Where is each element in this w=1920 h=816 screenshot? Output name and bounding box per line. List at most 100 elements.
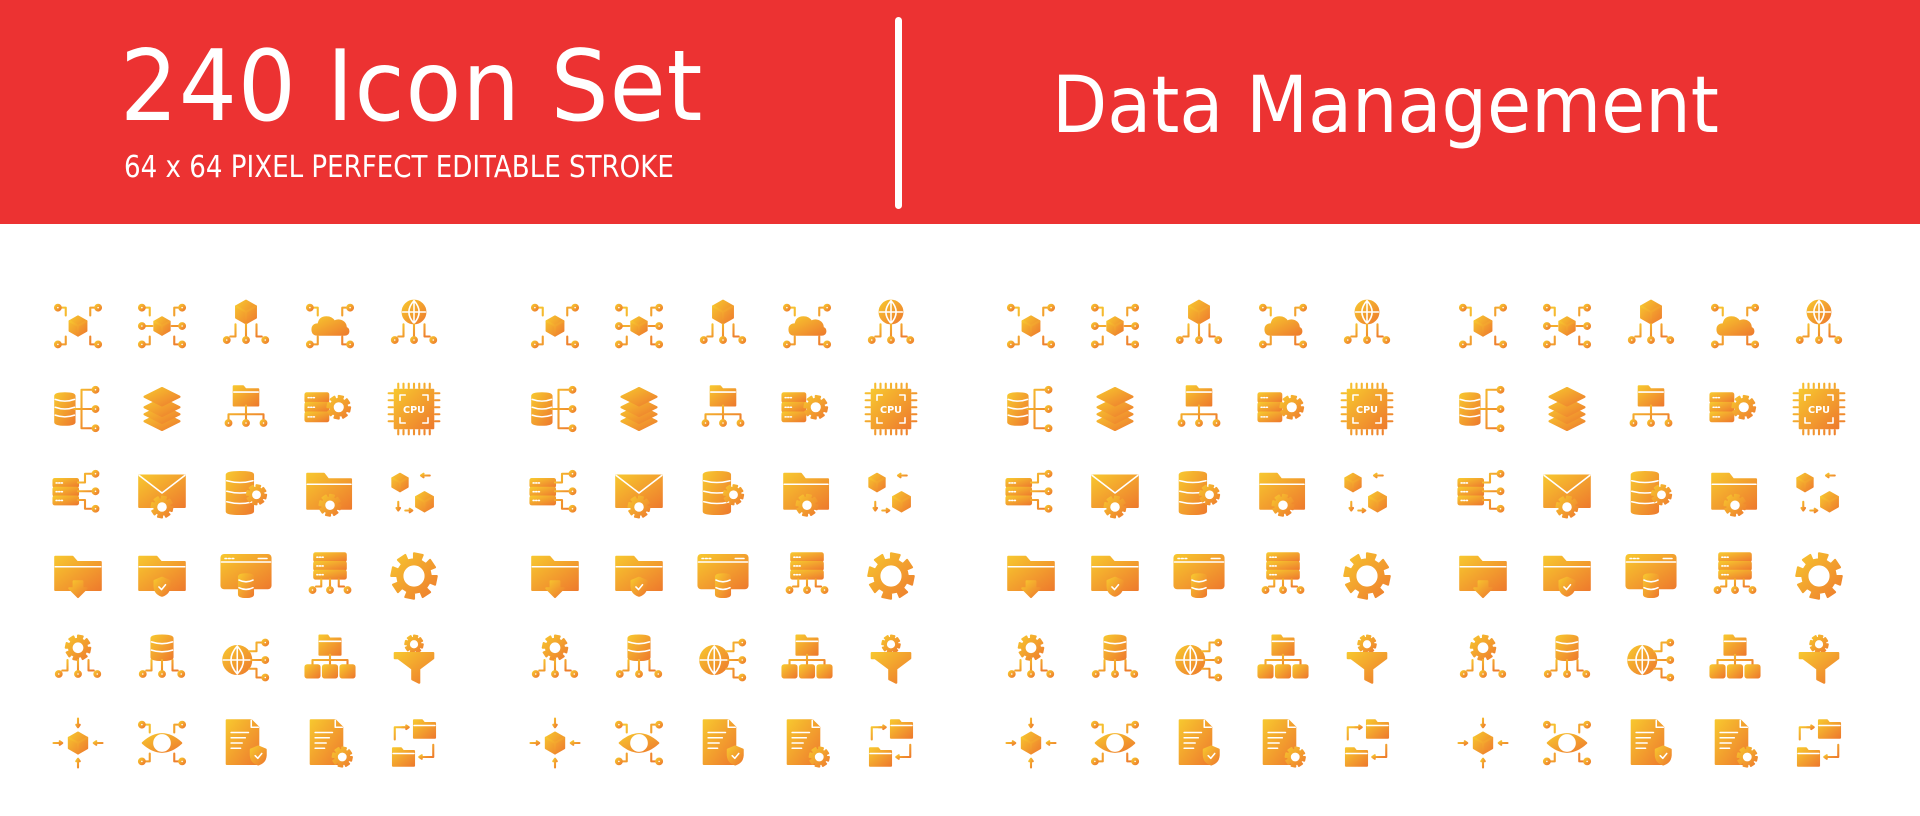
document-settings-icon: .f{fill:none;stroke:#1a1a1a;stroke-width… [309,719,353,768]
icon-cell: .f{fill:url(#g48);stroke:url(#g48);strok… [1693,535,1777,619]
cube-hierarchy-icon: .f{fill:#000000;stroke:#000000;stroke-wi… [699,299,747,344]
icon-cell: .f{fill:#000000;stroke:#000000;stroke-wi… [849,618,933,702]
layers-icon: .f{fill:none;stroke:url(#g6);stroke-widt… [1096,387,1134,432]
globe-network-icon: .f{fill:url(#g34);stroke:url(#g34);strok… [1795,299,1843,344]
cpu-chip-icon: .f{fill:none;stroke:url(#g9);stroke-widt… [1340,382,1394,436]
icon-cell: .f{fill:url(#g32);stroke:url(#g32);strok… [1609,284,1693,368]
document-shield-icon: .f{fill:#000000;stroke:#000000;stroke-wi… [702,719,744,766]
database-settings-icon: .f{fill:url(#g42);stroke:url(#g42);strok… [1630,470,1673,515]
icon-cell: .f{fill:#000000;stroke:#000000;stroke-wi… [513,368,597,452]
folder-hierarchy-icon: .f{fill:url(#g37);stroke:url(#g37);strok… [1629,385,1673,428]
folder-org-chart-icon: .f{fill:#000000;stroke:#000000;stroke-wi… [781,634,833,679]
icon-cell: .f{fill:#000000;stroke:#000000;stroke-wi… [597,702,681,786]
icon-cell: .f{fill:none;stroke:url(#g20);stroke-wid… [989,618,1073,702]
cube-hierarchy-icon: .f{fill:none;stroke:#1a1a1a;stroke-width… [222,299,270,344]
cube-converge-icon: .f{fill:none;stroke:url(#g25);stroke-wid… [1005,717,1057,769]
icon-cell: .f{fill:url(#g59);stroke:url(#g59);strok… [1777,702,1861,786]
svg-text:CPU: CPU [403,405,425,416]
folder-shield-icon: .f{fill:none;stroke:#1a1a1a;stroke-width… [138,555,186,597]
database-connections-icon: .f{fill:none;stroke:url(#g5);stroke-widt… [1007,386,1053,433]
eye-network-icon: .f{fill:none;stroke:#1a1a1a;stroke-width… [137,720,187,766]
icon-cell: .f{fill:none;stroke:#1a1a1a;stroke-width… [204,702,288,786]
icon-cell: .f{fill:#000000;stroke:#000000;stroke-wi… [849,368,933,452]
cube-hierarchy-icon: .f{fill:none;stroke:url(#g2);stroke-widt… [1175,299,1223,344]
cube-exchange-icon: .f{fill:url(#g44);stroke:url(#g44);strok… [1796,472,1839,514]
document-settings-icon: .f{fill:url(#g58);stroke:url(#g58);strok… [1714,719,1758,768]
icon-cell: .f{fill:none;stroke:url(#g12);stroke-wid… [1157,451,1241,535]
server-settings-icon: .f{fill:#000000;stroke:#000000;stroke-wi… [781,392,829,423]
icon-cell: .f{fill:url(#g31);stroke:url(#g31);strok… [1525,284,1609,368]
icon-cell: .f{fill:none;stroke:#1a1a1a;stroke-width… [372,284,456,368]
cpu-chip-icon: .f{fill:url(#g39);stroke:url(#g39);strok… [1792,382,1846,436]
mail-settings-icon: .f{fill:none;stroke:#1a1a1a;stroke-width… [138,474,186,519]
icon-cell: .f{fill:none;stroke:#1a1a1a;stroke-width… [204,284,288,368]
icon-cell: .f{fill:none;stroke:#1a1a1a;stroke-width… [372,702,456,786]
folder-download-icon: .f{fill:none;stroke:#1a1a1a;stroke-width… [54,555,102,599]
icon-cell: .f{fill:none;stroke:#1a1a1a;stroke-width… [204,451,288,535]
icon-cell: .f{fill:none;stroke:#1a1a1a;stroke-width… [36,284,120,368]
icon-panel-gradient-solid: .f{fill:url(#g30);stroke:url(#g30);strok… [1441,284,1861,774]
folder-shield-icon: .f{fill:#000000;stroke:#000000;stroke-wi… [615,555,663,597]
icon-cell: .f{fill:none;stroke:#1a1a1a;stroke-width… [120,451,204,535]
icon-cell: .f{fill:url(#g34);stroke:url(#g34);strok… [1777,284,1861,368]
icon-cell: .f{fill:none;stroke:url(#g7);stroke-widt… [1157,368,1241,452]
icon-cell: .f{fill:#000000;stroke:#000000;stroke-wi… [681,702,765,786]
mail-settings-icon: .f{fill:#000000;stroke:#000000;stroke-wi… [615,474,663,519]
icon-cell: .f{fill:#000000;stroke:#000000;stroke-wi… [597,368,681,452]
code-gear-icon: .f{fill:#000000;stroke:#000000;stroke-wi… [867,552,915,601]
svg-text:CPU: CPU [880,405,902,416]
icon-cell: .f{fill:url(#g54);stroke:url(#g54);strok… [1777,618,1861,702]
icon-cell: .f{fill:none;stroke:#1a1a1a;stroke-width… [372,618,456,702]
database-settings-icon: .f{fill:#000000;stroke:#000000;stroke-wi… [702,470,745,515]
folder-org-chart-icon: .f{fill:url(#g53);stroke:url(#g53);strok… [1709,634,1761,679]
banner-divider [895,17,902,209]
folder-settings-icon: .f{fill:url(#g43);stroke:url(#g43);strok… [1711,472,1758,517]
document-shield-icon: .f{fill:none;stroke:#1a1a1a;stroke-width… [225,719,267,766]
globe-network-icon: .f{fill:none;stroke:url(#g4);stroke-widt… [1343,299,1391,344]
icon-cell: .f{fill:none;stroke:url(#g2);stroke-widt… [1157,284,1241,368]
globe-connections-icon: .f{fill:none;stroke:#1a1a1a;stroke-width… [222,638,270,682]
icon-cell: .f{fill:none;stroke:#1a1a1a;stroke-width… [36,702,120,786]
cube-converge-icon: .f{fill:url(#g55);stroke:url(#g55);strok… [1457,717,1509,769]
icon-cell: .f{fill:url(#g58);stroke:url(#g58);strok… [1693,702,1777,786]
icon-panel-glyph: .f{fill:#000000;stroke:#000000;stroke-wi… [513,284,933,774]
header-banner: 240 Icon Set 64 x 64 PIXEL PERFECT EDITA… [0,0,1920,224]
icon-cell: .f{fill:none;stroke:url(#g27);stroke-wid… [1157,702,1241,786]
icon-cell: .f{fill:url(#g47);stroke:url(#g47);strok… [1609,535,1693,619]
icon-cell: .f{fill:url(#g33);stroke:url(#g33);strok… [1693,284,1777,368]
icon-cell: .f{fill:#000000;stroke:#000000;stroke-wi… [681,368,765,452]
network-cube-six-nodes-icon: .f{fill:url(#g31);stroke:url(#g31);strok… [1542,303,1592,349]
icon-cell: .f{fill:#000000;stroke:#000000;stroke-wi… [849,535,933,619]
icon-cell: .f{fill:none;stroke:#1a1a1a;stroke-width… [120,284,204,368]
folder-settings-icon: .f{fill:#000000;stroke:#000000;stroke-wi… [783,472,830,517]
icon-panel-line: .f{fill:none;stroke:#1a1a1a;stroke-width… [36,284,456,774]
database-settings-icon: .f{fill:none;stroke:#1a1a1a;stroke-width… [225,470,268,515]
document-shield-icon: .f{fill:url(#g57);stroke:url(#g57);strok… [1630,719,1672,766]
web-database-icon: .f{fill:#000000;stroke:#000000;stroke-wi… [697,554,749,599]
folder-hierarchy-icon: .f{fill:none;stroke:url(#g7);stroke-widt… [1177,385,1221,428]
icon-cell: .f{fill:none;stroke:url(#g14);stroke-wid… [1325,451,1409,535]
server-hierarchy-icon: .f{fill:none;stroke:#1a1a1a;stroke-width… [308,552,352,595]
cube-exchange-icon: .f{fill:none;stroke:url(#g14);stroke-wid… [1344,472,1387,514]
folder-settings-icon: .f{fill:none;stroke:#1a1a1a;stroke-width… [306,472,353,517]
icon-cell: .f{fill:none;stroke:#1a1a1a;stroke-width… [120,702,204,786]
icon-cell: .f{fill:url(#g50);stroke:url(#g50);strok… [1441,618,1525,702]
folder-hierarchy-icon: .f{fill:#000000;stroke:#000000;stroke-wi… [701,385,745,428]
icon-cell: .f{fill:none;stroke:url(#g21);stroke-wid… [1073,618,1157,702]
icon-cell: .f{fill:#000000;stroke:#000000;stroke-wi… [681,618,765,702]
icon-cell: .f{fill:url(#g37);stroke:url(#g37);strok… [1609,368,1693,452]
document-settings-icon: .f{fill:#000000;stroke:#000000;stroke-wi… [786,719,830,768]
icon-cell: .f{fill:none;stroke:url(#g18);stroke-wid… [1241,535,1325,619]
code-gear-icon: .f{fill:none;stroke:#1a1a1a;stroke-width… [390,552,438,601]
eye-network-icon: .f{fill:url(#g56);stroke:url(#g56);strok… [1542,720,1592,766]
icon-cell: .f{fill:none;stroke:#1a1a1a;stroke-width… [288,618,372,702]
database-connections-icon: .f{fill:url(#g35);stroke:url(#g35);strok… [1459,386,1505,433]
icon-cell: .f{fill:none;stroke:url(#g23);stroke-wid… [1241,618,1325,702]
icon-cell: .f{fill:none;stroke:#1a1a1a;stroke-width… [36,451,120,535]
code-gear-icon: .f{fill:none;stroke:url(#g19);stroke-wid… [1343,552,1391,601]
code-gear-icon: .f{fill:url(#g49);stroke:url(#g49);strok… [1795,552,1843,601]
icon-cell: .f{fill:url(#g52);stroke:url(#g52);strok… [1609,618,1693,702]
gear-hierarchy-icon: .f{fill:#000000;stroke:#000000;stroke-wi… [531,634,579,678]
icon-cell: .f{fill:#000000;stroke:#000000;stroke-wi… [849,284,933,368]
server-connections-icon: .f{fill:none;stroke:#1a1a1a;stroke-width… [52,469,100,513]
